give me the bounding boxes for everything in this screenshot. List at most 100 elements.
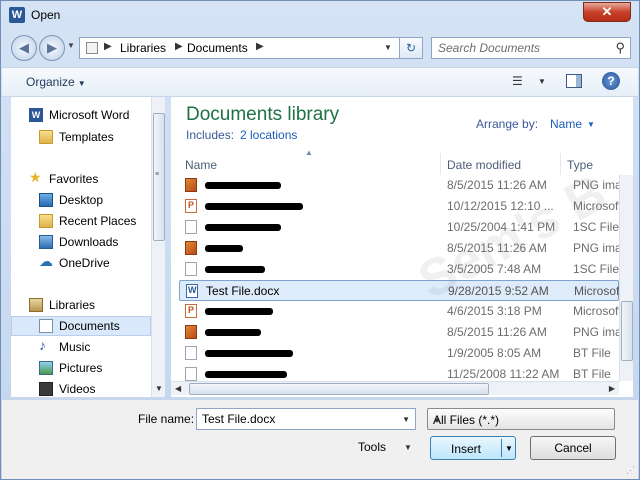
docx-file-icon (186, 284, 198, 298)
organize-button[interactable]: Organize ▼ (26, 75, 86, 89)
redacted-file-name (205, 308, 273, 315)
file-name: Test File.docx (206, 284, 280, 298)
column-header-date-modified[interactable]: Date modified (441, 153, 561, 175)
sidebar-item-label: Music (59, 340, 91, 354)
column-header-label: Name (185, 158, 218, 172)
file-row[interactable]: 8/5/2015 11:26 AM PNG imag (179, 238, 628, 259)
file-date-modified: 8/5/2015 11:26 AM (447, 325, 547, 339)
file-list-pane: Documents library Includes: 2 locations … (171, 97, 633, 397)
chevron-down-icon: ▼ (433, 416, 441, 425)
locations-link[interactable]: 2 locations (240, 128, 297, 142)
sidebar-item-recent-places[interactable]: Recent Places (11, 211, 151, 231)
recent-places-icon (39, 214, 53, 228)
sidebar-item-videos[interactable]: Videos (11, 379, 151, 397)
search-box[interactable]: ⚲ (431, 37, 631, 59)
scrollbar-thumb[interactable] (189, 383, 489, 395)
file-row[interactable]: 10/25/2004 1:41 PM 1SC File (179, 217, 619, 238)
back-button[interactable]: ◀ (11, 35, 37, 61)
file-row[interactable]: 8/5/2015 11:26 AM PNG imag (179, 322, 628, 343)
help-icon[interactable]: ? (602, 72, 620, 90)
arrange-by-dropdown[interactable]: Name (550, 117, 582, 131)
file-name-input[interactable] (197, 409, 397, 429)
file-row[interactable]: 3/5/2005 7:48 AM 1SC File (179, 259, 619, 280)
breadcrumb-libraries[interactable]: Libraries (120, 41, 166, 55)
videos-icon (39, 382, 53, 396)
breadcrumb-separator-icon[interactable]: ▶ (256, 41, 264, 52)
open-dialog: W Open ✕ ◀ ▶ ▼ ▶ Libraries ▶ Documents ▶… (0, 0, 640, 480)
file-date-modified: 3/5/2005 7:48 AM (447, 262, 542, 276)
breadcrumb-separator-icon[interactable]: ▶ (104, 41, 112, 52)
tools-button[interactable]: Tools (358, 440, 386, 454)
sidebar-item-label: Favorites (49, 172, 99, 186)
cancel-button[interactable]: Cancel (530, 436, 616, 460)
file-type: Microsoft (574, 284, 623, 298)
file-row[interactable]: Test File.docx 9/28/2015 9:52 AM Microsoft (179, 280, 623, 301)
column-header-type[interactable]: Type (561, 153, 621, 175)
redacted-file-name (205, 203, 303, 210)
view-options-dropdown[interactable]: ▼ (538, 77, 546, 86)
sidebar-item-label: Videos (59, 382, 96, 396)
star-icon: ★ (29, 169, 42, 185)
refresh-button[interactable]: ↻ (399, 37, 423, 59)
sidebar-item-label: Recent Places (59, 214, 137, 228)
search-icon[interactable]: ⚲ (615, 40, 625, 56)
file-type-filter[interactable]: All Files (*.*) ▼ (427, 408, 615, 430)
file-row[interactable]: 10/12/2015 12:10 ... Microsoft (179, 196, 622, 217)
insert-button[interactable]: Insert ▼ (430, 436, 516, 460)
file-date-modified: 10/12/2015 12:10 ... (447, 199, 554, 213)
sidebar-item-downloads[interactable]: Downloads (11, 232, 151, 252)
sidebar-item-microsoft-word[interactable]: W Microsoft Word (11, 105, 151, 125)
sidebar-item-libraries[interactable]: Libraries (11, 295, 151, 315)
sidebar-item-pictures[interactable]: Pictures (11, 358, 151, 378)
file-list-vertical-scrollbar[interactable] (619, 175, 633, 381)
insert-options-dropdown[interactable]: ▼ (505, 444, 513, 453)
address-history-dropdown[interactable]: ▼ (384, 43, 392, 52)
sidebar-item-label: Microsoft Word (49, 108, 130, 122)
file-row[interactable]: 8/5/2015 11:26 AM PNG imag (179, 175, 628, 196)
close-button[interactable]: ✕ (583, 2, 631, 22)
recent-pages-dropdown[interactable]: ▼ (67, 41, 75, 50)
sidebar-item-desktop[interactable]: Desktop (11, 190, 151, 210)
column-header-name[interactable]: Name (179, 153, 441, 175)
address-bar[interactable]: ▶ Libraries ▶ Documents ▶ ▼ (79, 37, 401, 59)
scroll-left-icon[interactable]: ◀ (175, 384, 181, 393)
breadcrumb-separator-icon[interactable]: ▶ (175, 41, 183, 52)
file-date-modified: 8/5/2015 11:26 AM (447, 178, 547, 192)
breadcrumb-documents[interactable]: Documents (187, 41, 248, 55)
blank-file-icon (185, 262, 197, 276)
png-file-icon (185, 241, 197, 255)
window-title: Open (31, 8, 61, 22)
chevron-down-icon[interactable]: ▼ (404, 443, 412, 452)
file-name-combobox[interactable]: ▼ (196, 408, 416, 430)
file-type: BT File (573, 346, 611, 360)
file-date-modified: 8/5/2015 11:26 AM (447, 241, 547, 255)
redacted-file-name (205, 245, 243, 252)
resize-grip-icon[interactable]: ⋰ (626, 465, 635, 476)
documents-icon (39, 319, 53, 333)
sidebar-item-documents[interactable]: Documents (11, 316, 151, 336)
sidebar-item-favorites[interactable]: ★ Favorites (11, 169, 151, 189)
chevron-down-icon[interactable]: ▼ (402, 415, 410, 424)
file-row[interactable]: 1/9/2005 8:05 AM BT File (179, 343, 619, 364)
word-app-icon: W (9, 7, 25, 23)
navigation-pane: W Microsoft Word Templates ★ Favorites D… (11, 97, 151, 397)
change-view-icon[interactable]: ☰ (512, 74, 523, 88)
sidebar-item-templates[interactable]: Templates (11, 127, 151, 147)
chevron-down-icon[interactable]: ▼ (587, 120, 595, 129)
scroll-down-icon[interactable]: ▼ (155, 384, 163, 393)
file-row[interactable]: 4/6/2015 3:18 PM Microsoft (179, 301, 622, 322)
scroll-right-icon[interactable]: ▶ (609, 384, 615, 393)
sidebar-item-music[interactable]: ♪ Music (11, 337, 151, 357)
forward-button[interactable]: ▶ (39, 35, 65, 61)
scrollbar-thumb[interactable] (621, 301, 633, 361)
sidebar-item-label: Documents (59, 319, 120, 333)
split-divider (501, 439, 502, 457)
insert-button-label: Insert (451, 442, 482, 456)
file-type: 1SC File (573, 262, 620, 276)
navigation-pane-scrollbar[interactable]: ≡ ▼ (151, 97, 165, 397)
pptx-file-icon (185, 199, 197, 213)
search-input[interactable] (432, 38, 602, 58)
file-list-horizontal-scrollbar[interactable]: ◀ ▶ (171, 381, 619, 395)
sidebar-item-onedrive[interactable]: ☁ OneDrive (11, 253, 151, 273)
preview-pane-icon[interactable] (566, 74, 582, 88)
